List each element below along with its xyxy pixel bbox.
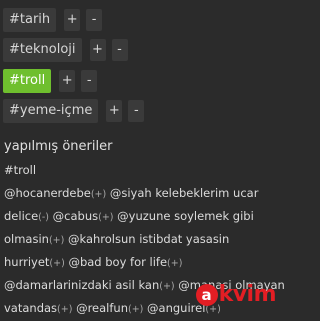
vote-indicator[interactable]: (-) xyxy=(38,212,49,223)
tag-yeme-icme[interactable]: #yeme-içme xyxy=(3,99,99,123)
tag-troll[interactable]: #troll xyxy=(3,69,52,93)
suggestion-text[interactable]: @kahrolsun istibdat yasasin xyxy=(64,232,229,246)
watermark-logo: a kvim xyxy=(195,282,277,307)
tag-teknoloji[interactable]: #teknoloji xyxy=(3,38,82,62)
tag-yeme-icme-minus-button[interactable]: - xyxy=(128,100,145,122)
suggestion-tag: #troll xyxy=(4,163,37,177)
tag-tarih-plus-button[interactable]: + xyxy=(64,9,81,31)
vote-indicator[interactable]: (+) xyxy=(49,258,64,269)
suggestion-text[interactable]: delice xyxy=(4,209,38,223)
suggestion-text[interactable]: @realfun xyxy=(72,301,128,315)
vote-indicator[interactable]: (+) xyxy=(49,235,64,246)
vote-indicator[interactable]: (+) xyxy=(159,281,174,292)
tag-row-troll: #troll + - xyxy=(3,69,98,93)
tag-teknoloji-minus-button[interactable]: - xyxy=(111,39,128,61)
tag-tarih[interactable]: #tarih xyxy=(3,8,57,32)
watermark-text: kvim xyxy=(218,282,277,307)
tag-row-yeme-icme: #yeme-içme + - xyxy=(3,99,145,123)
tag-row-tarih: #tarih + - xyxy=(3,8,103,32)
vote-indicator[interactable]: (+) xyxy=(57,304,72,315)
suggestion-text[interactable]: @cabus xyxy=(49,209,98,223)
suggestion-line: hurriyet(+) @bad boy for life(+) xyxy=(4,251,276,274)
suggestion-line: delice(-) @cabus(+) @yuzune soylemek gib… xyxy=(4,205,276,228)
tag-tarih-minus-button[interactable]: - xyxy=(86,9,103,31)
vote-indicator[interactable]: (+) xyxy=(167,258,182,269)
tag-teknoloji-plus-button[interactable]: + xyxy=(89,39,106,61)
tag-troll-minus-button[interactable]: - xyxy=(81,70,98,92)
suggestion-text[interactable]: hurriyet xyxy=(4,255,49,269)
tag-troll-plus-button[interactable]: + xyxy=(59,70,76,92)
tag-row-teknoloji: #teknoloji + - xyxy=(3,38,128,62)
suggestion-text[interactable]: olmasin xyxy=(4,232,49,246)
suggestion-text[interactable]: @hocanerdebe xyxy=(4,186,91,200)
tag-yeme-icme-plus-button[interactable]: + xyxy=(106,100,123,122)
suggestion-text[interactable]: @damarlarinizdaki asil kan xyxy=(4,278,159,292)
suggestion-line: olmasin(+) @kahrolsun istibdat yasasin xyxy=(4,228,276,251)
vote-indicator[interactable]: (+) xyxy=(91,189,106,200)
suggestions-title: yapılmış öneriler xyxy=(4,139,113,154)
vote-indicator[interactable]: (+) xyxy=(128,304,143,315)
suggestion-text[interactable]: @bad boy for life xyxy=(65,255,167,269)
watermark-badge: a xyxy=(195,283,218,306)
suggestion-text[interactable]: @siyah kelebeklerim ucar xyxy=(106,186,259,200)
suggestion-text[interactable]: vatandas xyxy=(4,301,57,315)
vote-indicator[interactable]: (+) xyxy=(98,212,113,223)
suggestion-line: @hocanerdebe(+) @siyah kelebeklerim ucar xyxy=(4,182,276,205)
suggestion-text[interactable]: @yuzune soylemek gibi xyxy=(114,209,254,223)
